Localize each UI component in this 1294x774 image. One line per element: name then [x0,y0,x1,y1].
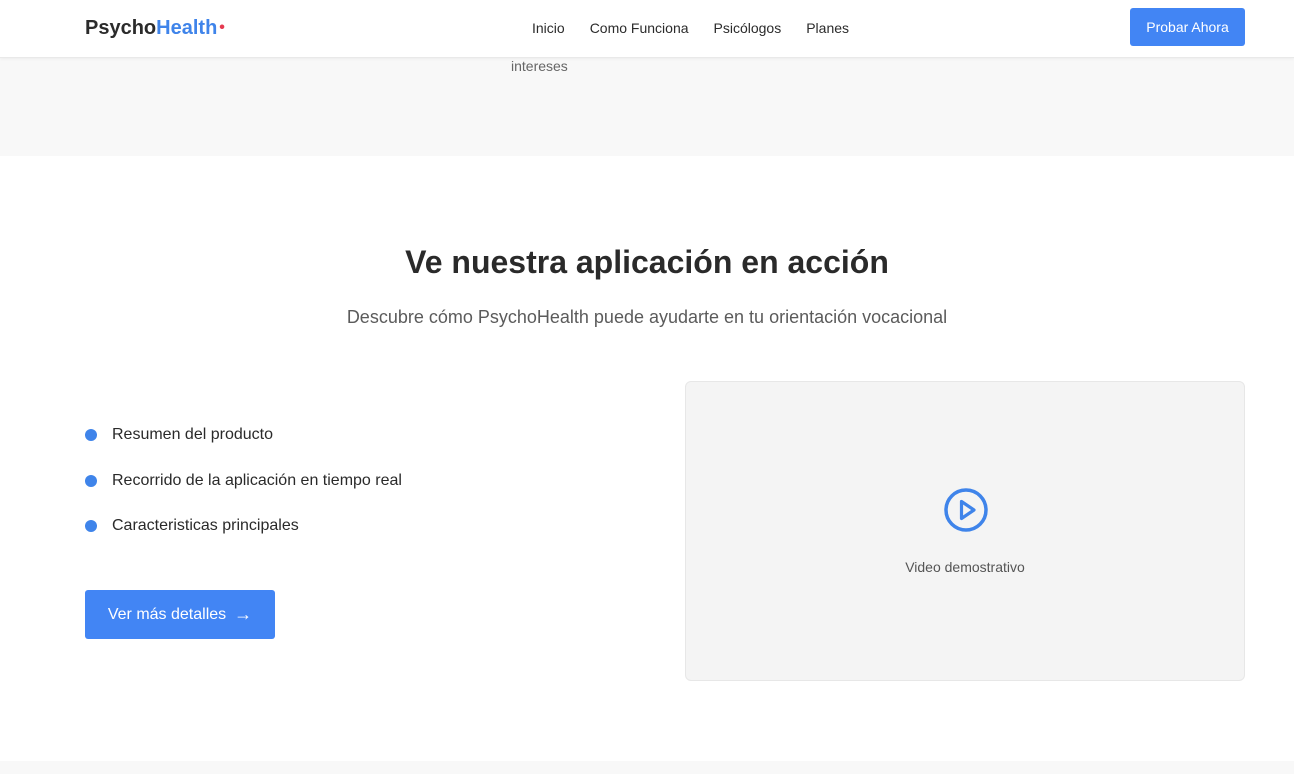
nav-link-como-funciona[interactable]: Como Funciona [590,19,689,37]
video-placeholder[interactable]: Video demostrativo [685,381,1245,681]
arrow-right-icon: → [234,604,253,624]
feature-list: Resumen del producto Recorrido de la apl… [85,425,402,562]
next-section-edge [0,761,1294,774]
nav-link-inicio[interactable]: Inicio [532,19,565,37]
page: intereses PsychoHealth • Inicio Como Func… [0,0,1294,774]
logo-text-psycho: Psycho [85,17,157,39]
nav-link-planes[interactable]: Planes [806,19,849,37]
previous-section: intereses [0,58,1294,156]
logo-text-health: Health [156,17,218,39]
site-header: PsychoHealth • Inicio Como Funciona Psicó… [0,0,1294,58]
bullet-dot-icon [85,474,97,487]
bullet-dot-icon [85,429,97,441]
logo[interactable]: PsychoHealth • [85,16,225,42]
play-circle-icon[interactable] [943,487,989,533]
feature-label: Resumen del producto [112,426,273,443]
feature-label: Recorrido de la aplicación en tiempo rea… [112,471,402,489]
logo-dot-icon: • [219,19,225,36]
details-button-label: Ver más detalles [107,605,227,623]
previous-section-text: intereses [511,58,568,74]
feature-label: Caracteristicas principales [112,517,299,534]
probar-ahora-button[interactable]: Probar Ahora [1130,8,1245,46]
section-subtitle: Descubre cómo PsychoHealth puede ayudart… [346,307,948,327]
section-title: Ve nuestra aplicación en acción [405,244,889,280]
feature-item: Caracteristicas principales [85,516,402,536]
nav-link-psicologos[interactable]: Psicólogos [714,19,782,37]
ver-mas-detalles-button[interactable]: Ver más detalles → [85,590,275,639]
video-label: Video demostrativo [905,559,1025,575]
feature-item: Recorrido de la aplicación en tiempo rea… [85,471,402,491]
feature-item: Resumen del producto [85,425,402,445]
bullet-dot-icon [85,520,97,532]
main-nav: Inicio Como Funciona Psicólogos Planes [532,19,849,37]
